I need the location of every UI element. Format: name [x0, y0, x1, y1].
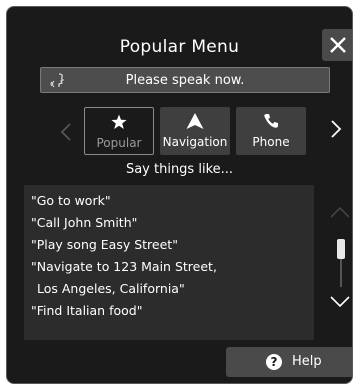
help-label: Help [292, 354, 322, 369]
star-icon [111, 114, 127, 129]
close-icon [330, 37, 346, 53]
list-item: "Call John Smith" [31, 215, 138, 230]
scrollbar-track [340, 259, 342, 287]
scroll-down-icon[interactable] [329, 295, 351, 309]
scrollbar-thumb[interactable] [337, 239, 345, 259]
help-button[interactable]: ? Help [226, 347, 352, 377]
chevron-left-icon[interactable] [60, 122, 72, 142]
speech-prompt-bar: Please speak now. [40, 67, 330, 93]
list-item: "Play song Easy Street" [31, 237, 178, 252]
list-item: "Find Italian food" [31, 303, 143, 318]
tab-navigation[interactable]: Navigation [160, 107, 230, 155]
say-things-label: Say things like... [125, 162, 234, 177]
phone-icon [264, 114, 278, 128]
tab-phone[interactable]: Phone [236, 107, 306, 155]
navigation-arrow-icon [186, 113, 204, 129]
speak-prompt-text: Please speak now. [125, 73, 245, 88]
tab-navigation-label: Navigation [162, 135, 228, 149]
help-icon: ? [266, 354, 282, 370]
list-item: "Go to work" [31, 193, 111, 208]
voice-menu-panel: Popular Menu Please speak now. Popular N… [6, 6, 353, 384]
page-title: Popular Menu [119, 37, 240, 57]
list-item: Los Angeles, California" [37, 281, 185, 296]
command-list[interactable]: "Go to work" "Call John Smith" "Play son… [24, 185, 314, 340]
tab-phone-label: Phone [252, 135, 290, 149]
list-item: "Navigate to 123 Main Street, [31, 259, 217, 274]
tab-popular-label: Popular [96, 136, 142, 150]
close-button[interactable] [322, 29, 352, 61]
tab-popular[interactable]: Popular [84, 107, 154, 155]
chevron-right-icon[interactable] [330, 119, 342, 139]
scroll-up-icon[interactable] [329, 205, 351, 219]
